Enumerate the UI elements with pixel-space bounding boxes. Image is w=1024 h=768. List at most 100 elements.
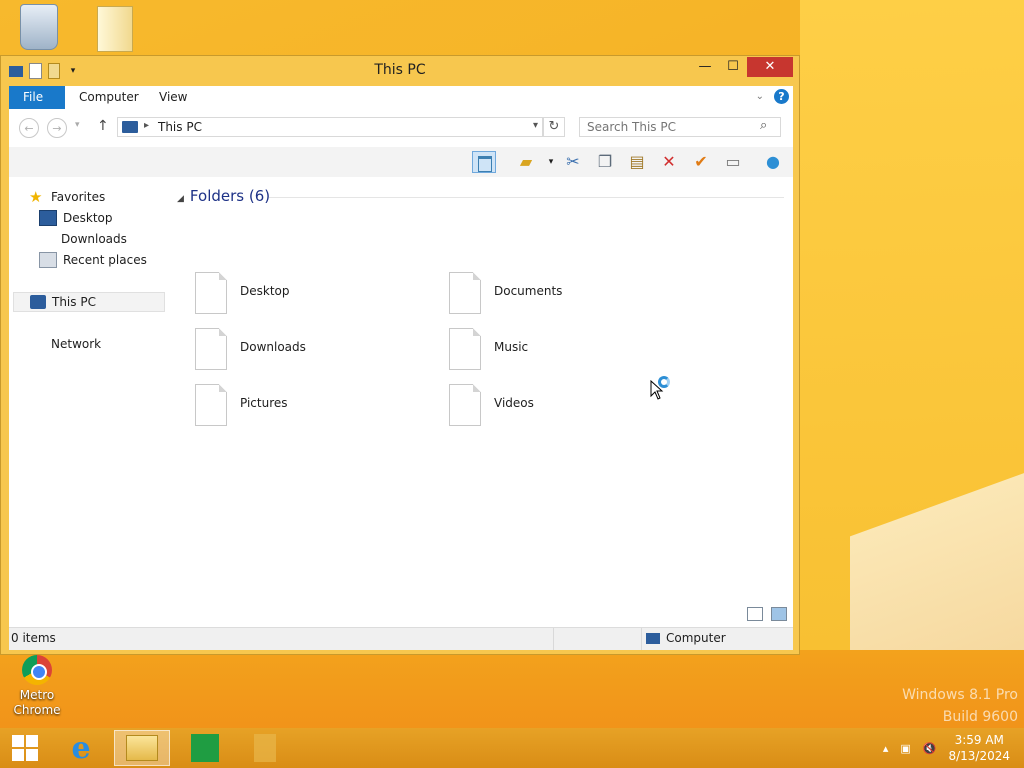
collapse-group-icon[interactable]: ◢ xyxy=(177,194,184,204)
this-pc-icon xyxy=(122,121,138,133)
pinned-app-icon[interactable] xyxy=(240,730,290,766)
nav-downloads[interactable]: Downloads xyxy=(39,229,127,249)
globe-icon[interactable]: ● xyxy=(761,151,785,173)
address-dropdown-icon[interactable]: ▾ xyxy=(533,120,538,131)
store-icon[interactable] xyxy=(180,730,230,766)
network-tray-icon[interactable]: ▣ xyxy=(900,742,910,755)
details-view-icon[interactable] xyxy=(747,607,763,621)
start-button[interactable] xyxy=(0,730,50,766)
folder-icon xyxy=(449,272,481,314)
layout-icon[interactable] xyxy=(472,151,496,173)
close-button[interactable]: ✕ xyxy=(747,57,793,77)
address-bar[interactable]: ▸ This PC ▾ xyxy=(117,117,543,137)
folder-label: Documents xyxy=(494,284,563,298)
nav-desktop[interactable]: Desktop xyxy=(39,208,113,228)
folder-options-dropdown-icon[interactable]: ▾ xyxy=(539,151,563,173)
paste-icon[interactable]: ▤ xyxy=(625,151,649,173)
nav-recent-places[interactable]: Recent places xyxy=(39,250,147,270)
tab-view[interactable]: View xyxy=(145,86,201,109)
command-toolbar: ▰ ▾ ✂ ❐ ▤ ✕ ✔ ▭ ● xyxy=(9,147,793,178)
nav-network-label: Network xyxy=(51,337,102,351)
status-divider xyxy=(641,628,642,650)
watermark-edition: Windows 8.1 Pro xyxy=(902,687,1018,703)
desktop-background-band xyxy=(0,650,1024,730)
rename-icon[interactable]: ▭ xyxy=(721,151,745,173)
tab-computer[interactable]: Computer xyxy=(65,86,153,109)
cut-icon[interactable]: ✂ xyxy=(561,151,585,173)
folder-icon xyxy=(449,384,481,426)
volume-muted-icon[interactable]: 🔇 xyxy=(923,742,937,755)
check-icon[interactable]: ✔ xyxy=(689,151,713,173)
up-button[interactable]: ↑ xyxy=(97,118,109,134)
maximize-button[interactable]: ☐ xyxy=(719,57,747,77)
folder-item-desktop[interactable]: Desktop xyxy=(195,272,395,316)
nav-network[interactable]: Network xyxy=(29,334,101,354)
recent-locations-icon[interactable]: ▾ xyxy=(75,120,80,130)
watermark-build: Build 9600 xyxy=(942,709,1018,725)
folder-label: Pictures xyxy=(240,396,288,410)
internet-explorer-icon[interactable]: e xyxy=(56,730,106,766)
minimize-button[interactable]: — xyxy=(691,57,719,77)
recycle-bin-icon xyxy=(20,4,58,50)
back-button[interactable]: ← xyxy=(19,118,39,138)
computer-icon xyxy=(646,632,660,644)
network-icon xyxy=(29,337,45,351)
nav-this-pc-label: This PC xyxy=(52,295,96,309)
delete-icon[interactable]: ✕ xyxy=(657,151,681,173)
folder-item-music[interactable]: Music xyxy=(449,328,649,372)
folder-options-icon[interactable]: ▰ xyxy=(514,151,538,173)
folder-icon xyxy=(195,328,227,370)
copy-icon[interactable]: ❐ xyxy=(593,151,617,173)
this-pc-icon xyxy=(30,295,46,309)
taskbar: e ▴ ▣ 🔇 3:59 AM 8/13/2024 xyxy=(0,728,1024,768)
show-hidden-icons-icon[interactable]: ▴ xyxy=(883,742,889,755)
star-icon: ★ xyxy=(29,188,43,206)
folder-icon xyxy=(195,272,227,314)
folders-group-label: Folders (6) xyxy=(189,187,271,205)
navigation-pane: ★ Favorites Desktop Downloads Recent pla… xyxy=(9,177,167,627)
view-switcher xyxy=(747,607,787,621)
folders-group-header[interactable]: ◢ Folders (6) xyxy=(177,187,270,205)
folder-icon xyxy=(449,328,481,370)
status-item-count: 0 items xyxy=(11,631,56,645)
clock[interactable]: 3:59 AM 8/13/2024 xyxy=(948,732,1010,764)
group-divider xyxy=(269,197,784,198)
ribbon-tabs: File Computer View ⌄ ? xyxy=(9,86,793,110)
search-icon[interactable]: ⌕ xyxy=(760,118,767,133)
folder-desktop-icon[interactable] xyxy=(80,6,150,52)
search-input[interactable] xyxy=(579,117,781,137)
status-location: Computer xyxy=(646,631,726,645)
help-icon[interactable]: ? xyxy=(774,89,789,104)
recycle-bin-desktop-icon[interactable] xyxy=(4,4,74,50)
title-bar[interactable]: ▾ This PC — ☐ ✕ xyxy=(1,56,799,86)
ribbon-right-controls: ⌄ ? xyxy=(756,89,789,104)
breadcrumb-this-pc[interactable]: This PC xyxy=(158,120,202,134)
window-controls: — ☐ ✕ xyxy=(691,57,793,77)
status-divider xyxy=(553,628,554,650)
breadcrumb-chevron-icon[interactable]: ▸ xyxy=(144,120,149,131)
content-area: ★ Favorites Desktop Downloads Recent pla… xyxy=(9,177,793,627)
expand-ribbon-icon[interactable]: ⌄ xyxy=(756,91,764,102)
nav-downloads-label: Downloads xyxy=(61,232,127,246)
folder-icon xyxy=(97,6,133,52)
folder-item-pictures[interactable]: Pictures xyxy=(195,384,395,428)
large-icons-view-icon[interactable] xyxy=(771,607,787,621)
windows-watermark: Windows 8.1 Pro Build 9600 xyxy=(902,684,1018,728)
forward-button[interactable]: → xyxy=(47,118,67,138)
nav-this-pc[interactable]: This PC xyxy=(13,292,165,312)
refresh-button[interactable]: ↻ xyxy=(543,117,565,137)
folder-item-downloads[interactable]: Downloads xyxy=(195,328,395,372)
window-title: This PC xyxy=(374,62,426,78)
desktop-icon xyxy=(39,210,57,226)
folder-item-videos[interactable]: Videos xyxy=(449,384,649,428)
folder-item-documents[interactable]: Documents xyxy=(449,272,649,316)
folder-label: Music xyxy=(494,340,529,354)
folder-label: Desktop xyxy=(240,284,290,298)
nav-favorites[interactable]: ★ Favorites xyxy=(29,187,105,207)
tab-file[interactable]: File xyxy=(9,86,65,109)
folder-label: Videos xyxy=(494,396,534,410)
metro-chrome-desktop-icon[interactable]: Metro Chrome xyxy=(2,655,72,718)
busy-indicator-icon xyxy=(658,376,670,388)
downloads-icon xyxy=(39,232,55,246)
file-explorer-icon[interactable] xyxy=(114,730,170,766)
